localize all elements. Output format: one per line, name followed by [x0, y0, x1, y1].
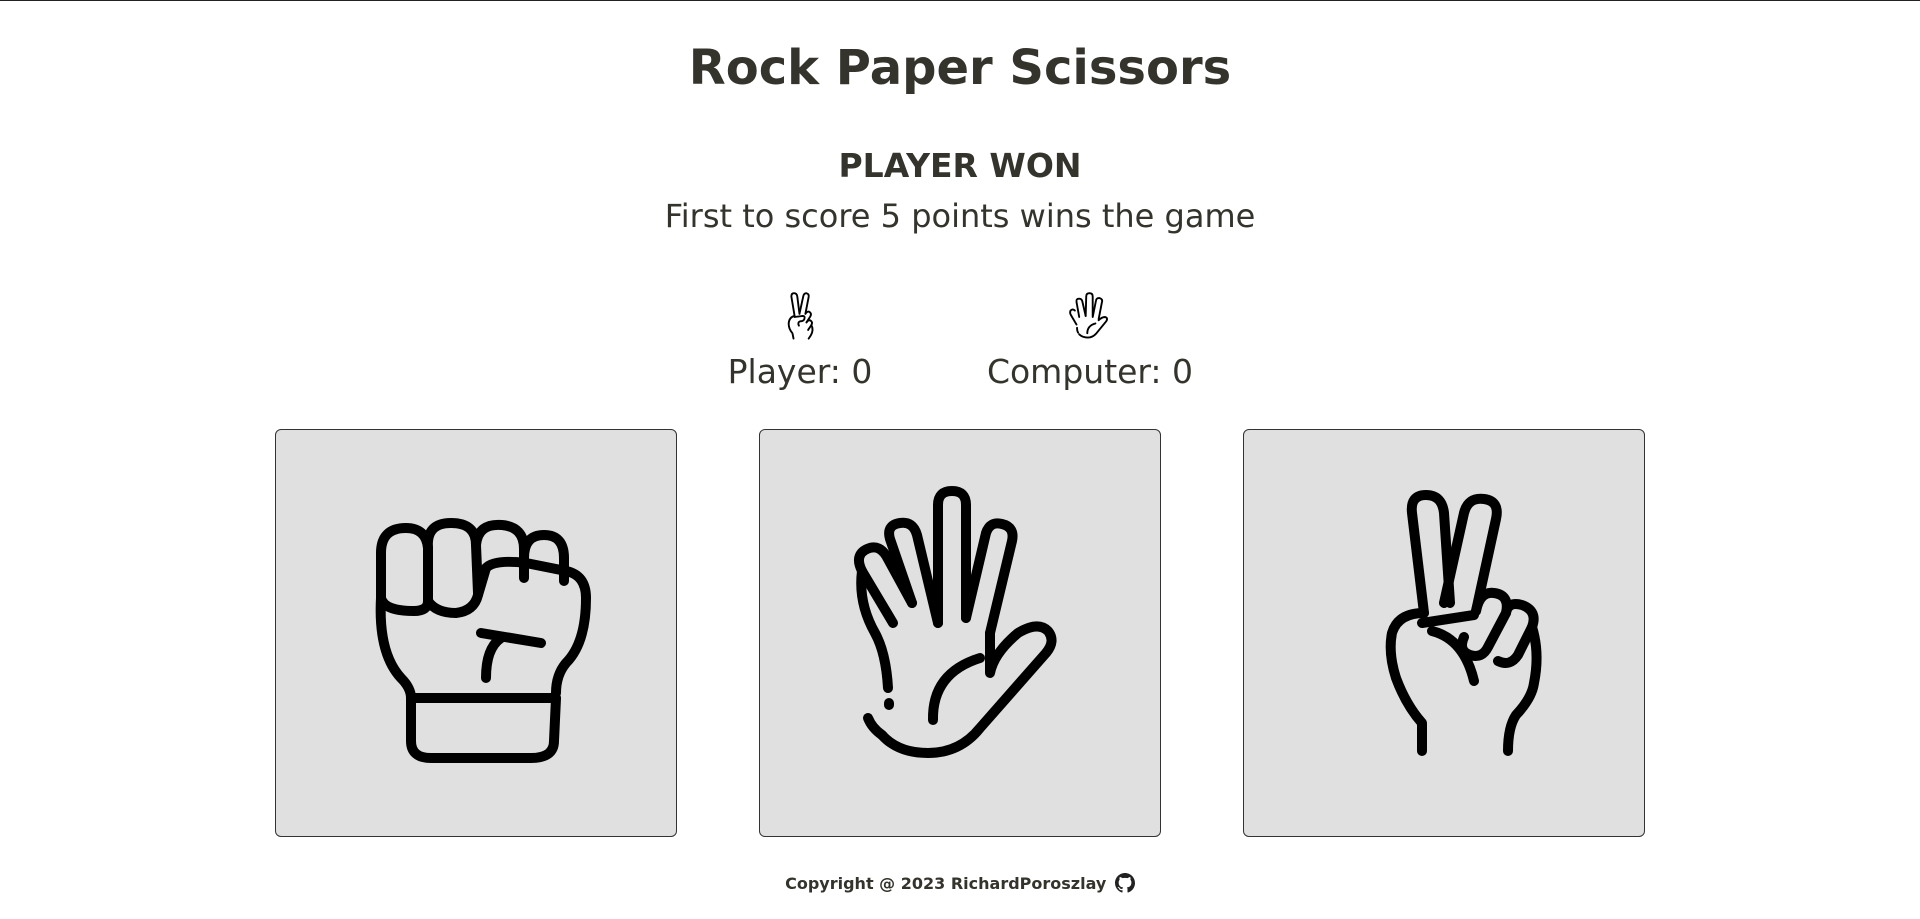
- player-score: Player: 0: [727, 352, 873, 391]
- rock-button[interactable]: [275, 429, 677, 837]
- paper-icon: [1069, 292, 1109, 339]
- player-score-panel: Player: 0: [720, 290, 880, 392]
- computer-score: Computer: 0: [986, 352, 1194, 391]
- rock-fist-icon: [375, 518, 591, 763]
- scissors-victory-hand-icon: [1385, 490, 1542, 756]
- scissors-icon: [787, 292, 814, 340]
- github-icon[interactable]: [1114, 873, 1135, 893]
- copyright-text: Copyright @ 2023 RichardPoroszlay: [785, 874, 1107, 893]
- game-rules: First to score 5 points wins the game: [664, 197, 1256, 235]
- paper-button[interactable]: [759, 429, 1161, 837]
- paper-open-hand-icon: [853, 486, 1057, 758]
- page-title: Rock Paper Scissors: [688, 40, 1232, 96]
- computer-score-panel: Computer: 0: [985, 290, 1195, 392]
- footer: Copyright @ 2023 RichardPoroszlay: [0, 873, 1920, 895]
- top-divider: [0, 0, 1920, 1]
- scissors-button[interactable]: [1243, 429, 1645, 837]
- round-result: PLAYER WON: [838, 146, 1082, 185]
